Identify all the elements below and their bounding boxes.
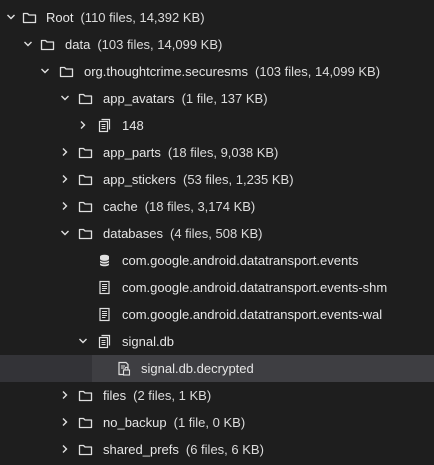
tree-row-label: signal.db [122, 333, 174, 350]
tree-row-name: app_avatars [103, 91, 175, 106]
chevron-down-icon[interactable] [60, 228, 70, 238]
tree-row-meta: (4 files, 508 KB) [170, 226, 263, 241]
tree-row-name: com.google.android.datatransport.events [122, 253, 359, 268]
chevron-right-icon[interactable] [60, 417, 70, 427]
tree-row-meta: (6 files, 6 KB) [185, 442, 264, 457]
tree-row-name: files [103, 388, 127, 403]
tree-row-name: app_stickers [103, 172, 176, 187]
tree-row-label: cache (18 files, 3,174 KB) [103, 198, 255, 215]
decrypted-file-icon [116, 361, 131, 376]
tree-row-no-backup[interactable]: no_backup (1 file, 0 KB) [0, 409, 434, 436]
chevron-right-icon[interactable] [60, 444, 70, 454]
tree-row-shared-prefs[interactable]: shared_prefs (6 files, 6 KB) [0, 436, 434, 463]
document-icon [97, 307, 112, 322]
folder-icon [78, 145, 93, 160]
tree-row-name: signal.db [122, 334, 175, 349]
tree-row-label: data (103 files, 14,099 KB) [65, 36, 222, 53]
tree-row-app-stickers[interactable]: app_stickers (53 files, 1,235 KB) [0, 166, 434, 193]
tree-row-name: signal.db.decrypted [141, 361, 254, 376]
tree-row-files[interactable]: files (2 files, 1 KB) [0, 382, 434, 409]
file-tree: Root (110 files, 14,392 KB) data (103 file… [0, 0, 434, 465]
files-icon [97, 118, 112, 133]
tree-row-label: no_backup (1 file, 0 KB) [103, 414, 245, 431]
tree-row-label: org.thoughtcrime.securesms (103 files, 14… [84, 63, 380, 80]
tree-row-meta: (53 files, 1,235 KB) [182, 172, 294, 187]
chevron-down-icon[interactable] [40, 66, 50, 76]
chevron-down-icon[interactable] [23, 39, 33, 49]
tree-row-name: cache [103, 199, 138, 214]
folder-icon [78, 172, 93, 187]
tree-row-data[interactable]: data (103 files, 14,099 KB) [0, 31, 434, 58]
tree-row-label: com.google.android.datatransport.events [122, 252, 358, 269]
chevron-down-icon[interactable] [60, 93, 70, 103]
tree-row-name: org.thoughtcrime.securesms [84, 64, 249, 79]
tree-row-label: app_stickers (53 files, 1,235 KB) [103, 171, 294, 188]
folder-icon [78, 91, 93, 106]
tree-row-name: shared_prefs [103, 442, 179, 457]
tree-row-meta: (1 file, 137 KB) [181, 91, 268, 106]
tree-row-meta: (103 files, 14,099 KB) [97, 37, 223, 52]
folder-icon [40, 37, 55, 52]
tree-row-name: app_parts [103, 145, 161, 160]
document-icon [97, 280, 112, 295]
tree-row-label: signal.db.decrypted [141, 360, 254, 377]
tree-row-label: app_parts (18 files, 9,038 KB) [103, 144, 278, 161]
tree-row-label: com.google.android.datatransport.events-… [122, 306, 382, 323]
tree-row-meta: (1 file, 0 KB) [173, 415, 246, 430]
tree-row-meta: (18 files, 9,038 KB) [167, 145, 279, 160]
tree-row-root[interactable]: Root (110 files, 14,392 KB) [0, 4, 434, 31]
folder-icon [78, 199, 93, 214]
folder-icon [78, 226, 93, 241]
tree-row-label: com.google.android.datatransport.events-… [122, 279, 387, 296]
tree-row-label: Root (110 files, 14,392 KB) [46, 9, 205, 26]
folder-icon [22, 10, 37, 25]
tree-row-label: 148 [122, 117, 144, 134]
tree-row-name: 148 [122, 118, 144, 133]
tree-row-app-avatars[interactable]: app_avatars (1 file, 137 KB) [0, 85, 434, 112]
tree-row-app-parts[interactable]: app_parts (18 files, 9,038 KB) [0, 139, 434, 166]
tree-row-label: shared_prefs (6 files, 6 KB) [103, 441, 264, 458]
tree-row-cache[interactable]: cache (18 files, 3,174 KB) [0, 193, 434, 220]
tree-row-databases[interactable]: databases (4 files, 508 KB) [0, 220, 434, 247]
tree-row-signal-db-decrypted[interactable]: signal.db.decrypted [0, 355, 434, 382]
database-icon [97, 253, 112, 268]
tree-row-name: no_backup [103, 415, 167, 430]
tree-row-label: databases (4 files, 508 KB) [103, 225, 263, 242]
chevron-right-icon[interactable] [60, 174, 70, 184]
tree-row-name: com.google.android.datatransport.events-… [122, 307, 383, 322]
tree-row-name: data [65, 37, 91, 52]
tree-row-label: files (2 files, 1 KB) [103, 387, 211, 404]
chevron-down-icon[interactable] [6, 12, 16, 22]
tree-row-name: databases [103, 226, 163, 241]
tree-row-meta: (110 files, 14,392 KB) [80, 10, 205, 25]
files-icon [97, 334, 112, 349]
tree-row-datatransport-events-shm[interactable]: com.google.android.datatransport.events-… [0, 274, 434, 301]
tree-row-org-thoughtcrime-securesms[interactable]: org.thoughtcrime.securesms (103 files, 14… [0, 58, 434, 85]
chevron-right-icon[interactable] [60, 201, 70, 211]
folder-icon [78, 442, 93, 457]
folder-icon [78, 388, 93, 403]
tree-row-148[interactable]: 148 [0, 112, 434, 139]
chevron-right-icon[interactable] [78, 120, 88, 130]
tree-row-signal-db[interactable]: signal.db [0, 328, 434, 355]
tree-row-datatransport-events[interactable]: com.google.android.datatransport.events [0, 247, 434, 274]
folder-icon [59, 64, 74, 79]
chevron-down-icon[interactable] [78, 336, 88, 346]
tree-row-meta: (103 files, 14,099 KB) [255, 64, 381, 79]
folder-icon [78, 415, 93, 430]
chevron-right-icon[interactable] [60, 390, 70, 400]
tree-row-datatransport-events-wal[interactable]: com.google.android.datatransport.events-… [0, 301, 434, 328]
tree-row-name: Root [46, 10, 74, 25]
tree-row-name: com.google.android.datatransport.events-… [122, 280, 388, 295]
tree-row-meta: (18 files, 3,174 KB) [144, 199, 256, 214]
tree-row-meta: (2 files, 1 KB) [133, 388, 212, 403]
chevron-right-icon[interactable] [60, 147, 70, 157]
tree-row-label: app_avatars (1 file, 137 KB) [103, 90, 268, 107]
